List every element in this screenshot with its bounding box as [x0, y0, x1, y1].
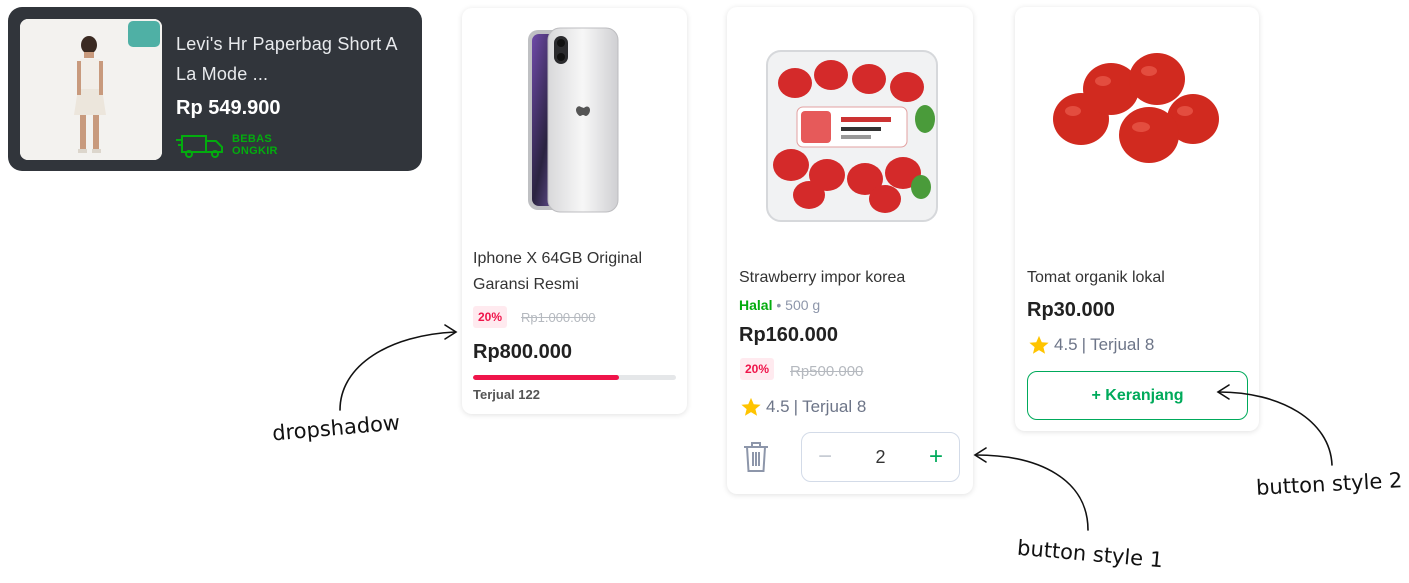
- shipping-label-2: ONGKIR: [232, 145, 278, 157]
- annotation-button-style-2: button style 2: [1255, 468, 1403, 500]
- discount-badge: 20%: [473, 306, 508, 328]
- product-title: Levi's Hr Paperbag Short A La Mode ...: [176, 34, 397, 84]
- plus-icon[interactable]: +: [925, 445, 947, 469]
- rating-value: 4.5: [766, 397, 790, 416]
- product-name: Tomat organik lokal: [1027, 269, 1165, 286]
- arrow-icon: [975, 454, 1089, 531]
- add-to-cart-button[interactable]: + Keranjang: [1027, 371, 1248, 420]
- product-card-strawberry[interactable]: Strawberry impor korea Halal • 500 g Rp1…: [727, 7, 973, 494]
- truck-icon: [176, 135, 223, 158]
- iphone-image: [528, 27, 619, 213]
- quantity-value[interactable]: 2: [875, 447, 885, 468]
- quantity-stepper[interactable]: − 2 +: [801, 432, 960, 482]
- delete-button[interactable]: [741, 440, 771, 479]
- weight-label: 500 g: [785, 297, 821, 313]
- product-card-tomato[interactable]: Tomat organik lokal Rp30.000 4.5 | Terju…: [1015, 7, 1259, 431]
- rating-value: 4.5: [1054, 335, 1078, 354]
- trash-icon: [744, 442, 768, 472]
- promo-badge-icon: [128, 21, 160, 47]
- sold-progress-fill: [473, 375, 620, 380]
- free-shipping-badge: BEBAS ONGKIR: [176, 131, 278, 159]
- strawberry-image: [766, 50, 938, 222]
- product-card-iphone[interactable]: Iphone X 64GB Original Garansi Resmi 20%…: [462, 8, 687, 414]
- arrow-icon: [444, 324, 458, 340]
- product-thumbnail: [20, 19, 162, 160]
- annotation-button-style-1: button style 1: [1016, 535, 1165, 573]
- product-name: Iphone X 64GB Original Garansi Resmi: [473, 250, 642, 293]
- arrow-icon: [339, 331, 456, 411]
- original-price: Rp500.000: [790, 363, 864, 380]
- tomato-image: [1053, 53, 1219, 163]
- sold-progress-bar: [473, 375, 676, 380]
- minus-icon[interactable]: −: [814, 445, 836, 469]
- rating-divider: |: [1081, 335, 1087, 354]
- dark-product-card[interactable]: Levi's Hr Paperbag Short A La Mode ... R…: [8, 7, 422, 171]
- sold-count: Terjual 8: [802, 397, 867, 416]
- discount-badge: 20%: [740, 358, 775, 380]
- halal-label: Halal: [739, 297, 773, 313]
- rating-row: 4.5 | Terjual 8: [740, 396, 866, 418]
- star-icon: [741, 397, 761, 416]
- arrow-icon: [973, 447, 987, 463]
- star-icon: [1029, 335, 1049, 354]
- sold-count: Terjual 8: [1090, 335, 1155, 354]
- sold-count: Terjual 122: [473, 387, 540, 402]
- product-price: Rp30.000: [1027, 299, 1115, 321]
- product-price: Rp 549.900: [176, 97, 281, 119]
- separator-dot: •: [776, 297, 782, 313]
- rating-divider: |: [793, 397, 799, 416]
- rating-row: 4.5 | Terjual 8: [1028, 334, 1154, 356]
- shipping-label-1: BEBAS: [232, 133, 273, 145]
- product-price: Rp160.000: [739, 324, 838, 346]
- product-name: Strawberry impor korea: [739, 269, 906, 286]
- product-price: Rp800.000: [473, 341, 572, 363]
- annotation-dropshadow: dropshadow: [271, 410, 401, 446]
- halal-weight-row: Halal • 500 g: [739, 297, 820, 313]
- original-price: Rp1.000.000: [521, 310, 596, 325]
